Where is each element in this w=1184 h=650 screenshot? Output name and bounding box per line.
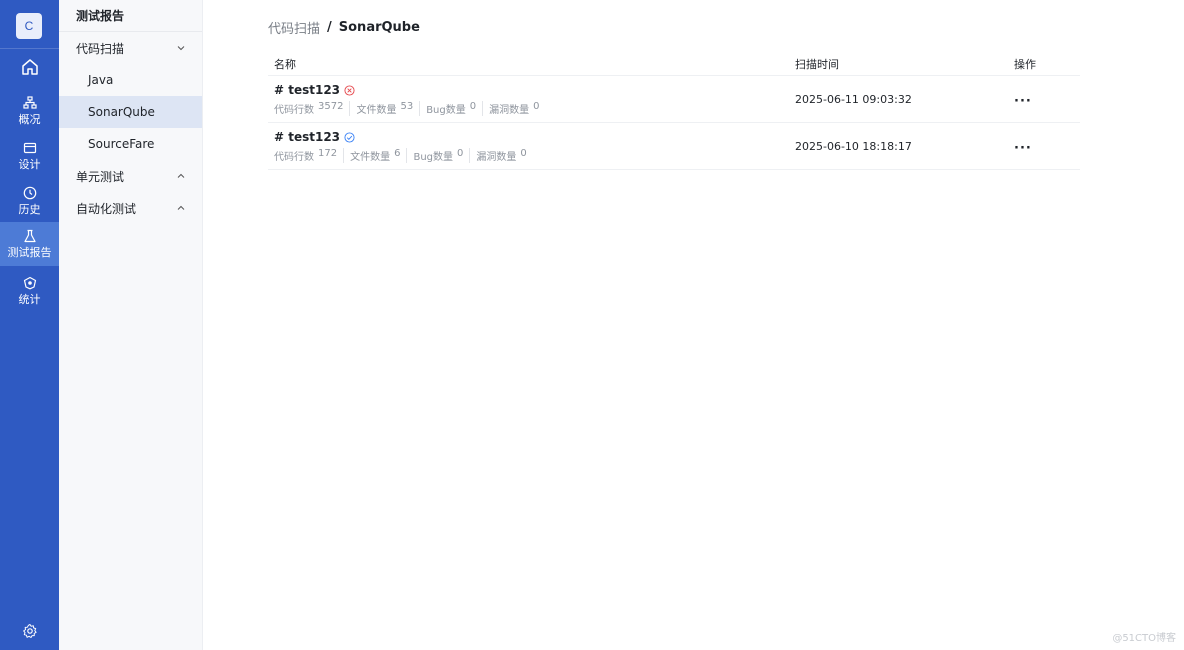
scan-metrics: 代码行数 172 文件数量 6 Bug数量 0 漏洞数量 0 (274, 148, 795, 163)
chevron-up-icon (177, 205, 185, 210)
home-icon (21, 58, 38, 75)
scan-title[interactable]: # test123 (274, 83, 340, 97)
rail-item-overview[interactable]: 概况 (0, 89, 59, 133)
more-actions-button[interactable]: ··· (1014, 141, 1032, 156)
subnav-title: 测试报告 (59, 0, 202, 32)
subnav-item-sonarqube[interactable]: SonarQube (59, 96, 202, 128)
rail-item-label: 统计 (18, 292, 41, 306)
shield-icon (23, 276, 36, 289)
watermark: @51CTO博客 (1112, 633, 1176, 644)
home-button[interactable] (0, 48, 59, 78)
header-op: 操作 (1014, 57, 1036, 71)
subnav-group-label: 自动化测试 (76, 201, 137, 216)
card-icon (23, 142, 36, 153)
settings-button[interactable] (20, 621, 40, 641)
metric-vulnerabilities: 漏洞数量 0 (469, 148, 527, 163)
chevron-down-icon (177, 46, 185, 51)
rail-item-label: 概况 (18, 112, 41, 126)
metric-lines: 代码行数 172 (274, 148, 338, 163)
table-header: 名称 扫描时间 操作 (268, 52, 1080, 76)
subnav-group-label: 代码扫描 (76, 41, 125, 56)
more-actions-button[interactable]: ··· (1014, 94, 1032, 109)
subnav-group-automation-test[interactable]: 自动化测试 (59, 192, 202, 224)
table-row[interactable]: # test123 代码行数 3572 文件数量 53 Bug数量 0 漏洞数量 0 2… (268, 76, 1080, 123)
status-failed-icon (344, 84, 355, 96)
header-time: 扫描时间 (795, 57, 839, 71)
subnav-group-label: 单元测试 (76, 169, 125, 184)
header-name: 名称 (274, 57, 296, 71)
breadcrumb: 代码扫描 / SonarQube (268, 18, 420, 37)
scan-time: 2025-06-10 18:18:17 (795, 139, 912, 153)
rail-item-test-report[interactable]: 测试报告 (0, 222, 59, 266)
workspace-logo[interactable]: C (16, 13, 42, 39)
clock-icon (23, 186, 36, 199)
subnav-group-code-scan[interactable]: 代码扫描 (59, 32, 202, 64)
rail-item-label: 测试报告 (7, 245, 52, 259)
breadcrumb-separator: / (327, 20, 332, 35)
metric-files: 文件数量 6 (343, 148, 400, 163)
scan-table: 名称 扫描时间 操作 # test123 代码行数 3572 文件数量 53 Bug… (268, 52, 1080, 170)
breadcrumb-current: SonarQube (338, 20, 420, 35)
flask-icon (23, 229, 36, 242)
rail-item-design[interactable]: 设计 (0, 134, 59, 178)
status-passed-icon (344, 131, 355, 143)
subnav-group-unit-test[interactable]: 单元测试 (59, 160, 202, 192)
metric-bugs: Bug数量 0 (419, 101, 476, 116)
metric-vulnerabilities: 漏洞数量 0 (482, 101, 539, 116)
subnav-item-java[interactable]: Java (59, 64, 202, 96)
rail-item-statistics[interactable]: 统计 (0, 269, 59, 313)
metric-lines: 代码行数 3572 (274, 101, 344, 116)
main-content: 代码扫描 / SonarQube 名称 扫描时间 操作 # test123 代码… (203, 0, 1184, 650)
rail-item-history[interactable]: 历史 (0, 179, 59, 223)
scan-time: 2025-06-11 09:03:32 (795, 92, 912, 106)
breadcrumb-parent[interactable]: 代码扫描 (268, 18, 320, 37)
metric-bugs: Bug数量 0 (406, 148, 463, 163)
table-row[interactable]: # test123 代码行数 172 文件数量 6 Bug数量 0 漏洞数量 0 202… (268, 123, 1080, 170)
scan-title[interactable]: # test123 (274, 130, 340, 144)
subnav-item-sourcefare[interactable]: SourceFare (59, 128, 202, 160)
rail-item-label: 设计 (18, 157, 41, 171)
chevron-up-icon (177, 173, 185, 178)
metric-files: 文件数量 53 (349, 101, 413, 116)
secondary-nav: 测试报告 代码扫描 Java SonarQube SourceFare 单元测试… (59, 0, 203, 650)
gear-icon (23, 624, 37, 638)
hierarchy-icon (22, 95, 37, 109)
app-rail: C 概况 设计 历史 测试报告 统计 (0, 0, 59, 650)
rail-item-label: 历史 (18, 202, 41, 216)
scan-metrics: 代码行数 3572 文件数量 53 Bug数量 0 漏洞数量 0 (274, 101, 795, 116)
